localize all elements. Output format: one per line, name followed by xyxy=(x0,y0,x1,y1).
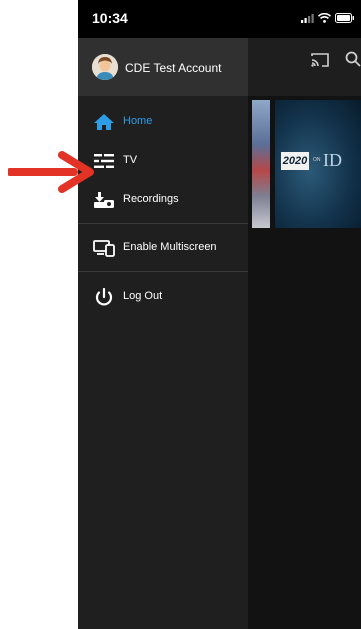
drawer-header[interactable]: CDE Test Account xyxy=(78,38,248,96)
status-time: 10:34 xyxy=(92,10,128,26)
menu-label-tv: TV xyxy=(123,154,138,166)
background-app: 2020 ON ID xyxy=(248,38,361,629)
battery-icon xyxy=(335,13,354,23)
home-icon xyxy=(94,114,114,130)
wifi-icon xyxy=(318,13,331,23)
status-bar: 10:34 xyxy=(78,0,361,38)
signal-icon xyxy=(301,13,314,23)
menu-item-home[interactable]: Home xyxy=(78,104,248,140)
menu-item-tv[interactable]: TV xyxy=(78,143,248,179)
power-icon xyxy=(95,288,113,306)
menu-label-recordings: Recordings xyxy=(123,193,179,205)
tile-2020-label: 2020 xyxy=(281,152,309,170)
menu-divider xyxy=(78,271,248,272)
background-toolbar xyxy=(248,38,361,96)
menu-item-log-out[interactable]: Log Out xyxy=(78,279,248,315)
multiscreen-icon xyxy=(93,240,115,257)
search-icon[interactable] xyxy=(345,51,361,67)
annotation-arrow-icon xyxy=(8,151,94,193)
phone-screen: 10:34 2020 ON ID CDE Test Account Home T… xyxy=(78,0,361,629)
menu-label-enable-multiscreen: Enable Multiscreen xyxy=(123,241,217,253)
menu-item-recordings[interactable]: Recordings xyxy=(78,182,248,218)
navigation-drawer: CDE Test Account Home TV Recordings Enab… xyxy=(78,38,248,629)
avatar xyxy=(92,54,118,80)
menu-label-log-out: Log Out xyxy=(123,290,163,302)
menu-item-enable-multiscreen[interactable]: Enable Multiscreen xyxy=(78,230,248,266)
status-icons xyxy=(301,13,355,23)
menu-divider xyxy=(78,223,248,224)
menu-label-home: Home xyxy=(123,115,153,127)
account-name: CDE Test Account xyxy=(125,61,222,75)
cast-icon[interactable] xyxy=(310,52,330,68)
tile-id-label: ID xyxy=(323,150,342,170)
content-tile-2020[interactable]: 2020 ON ID xyxy=(275,100,361,228)
tile-on-label: ON xyxy=(313,157,321,163)
content-tile-partial[interactable] xyxy=(252,100,270,228)
avatar-icon xyxy=(92,54,118,80)
